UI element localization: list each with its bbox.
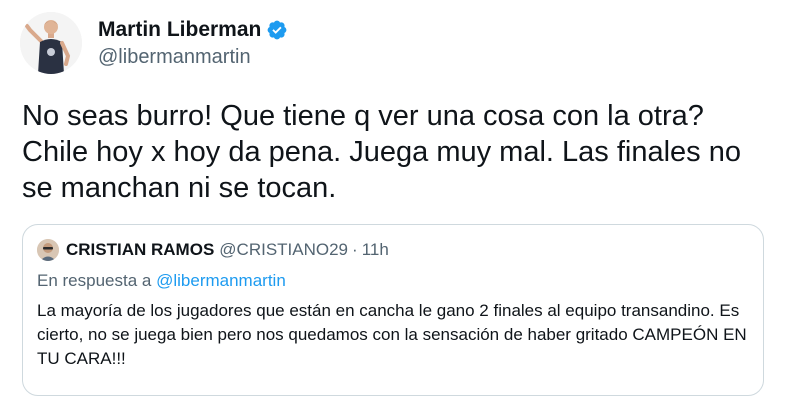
tweet-header: Martin Liberman @libermanmartin	[20, 12, 288, 74]
tweet-card: Martin Liberman @libermanmartin No seas …	[0, 0, 800, 409]
tweet-text: No seas burro! Que tiene q ver una cosa …	[22, 100, 741, 204]
verified-badge-icon	[266, 19, 288, 41]
quoted-separator: ·	[352, 240, 358, 259]
author-photo-icon	[20, 12, 82, 74]
author-name-row: Martin Liberman	[98, 16, 288, 44]
quoted-tweet-text: La mayoría de los jugadores que están en…	[37, 301, 747, 368]
quoted-author-avatar[interactable]	[37, 239, 59, 261]
quoted-author-display-name[interactable]: CRISTIAN RAMOS	[66, 240, 214, 260]
quoted-timestamp[interactable]: 11h	[362, 240, 389, 260]
author-handle[interactable]: @libermanmartin	[98, 46, 288, 69]
author-avatar[interactable]	[20, 12, 82, 74]
author-display-name[interactable]: Martin Liberman	[98, 18, 261, 42]
quoted-tweet[interactable]: CRISTIAN RAMOS @CRISTIANO29 · 11h En res…	[22, 224, 764, 396]
reply-context: En respuesta a @libermanmartin	[37, 271, 749, 291]
quoted-author-handle[interactable]: @CRISTIANO29	[219, 240, 348, 260]
quoted-tweet-header: CRISTIAN RAMOS @CRISTIANO29 · 11h	[37, 237, 749, 263]
author-names: Martin Liberman @libermanmartin	[98, 16, 288, 69]
quoted-author-photo-icon	[37, 239, 59, 261]
reply-handle-link[interactable]: @libermanmartin	[156, 271, 286, 290]
reply-prefix: En respuesta a	[37, 271, 152, 290]
